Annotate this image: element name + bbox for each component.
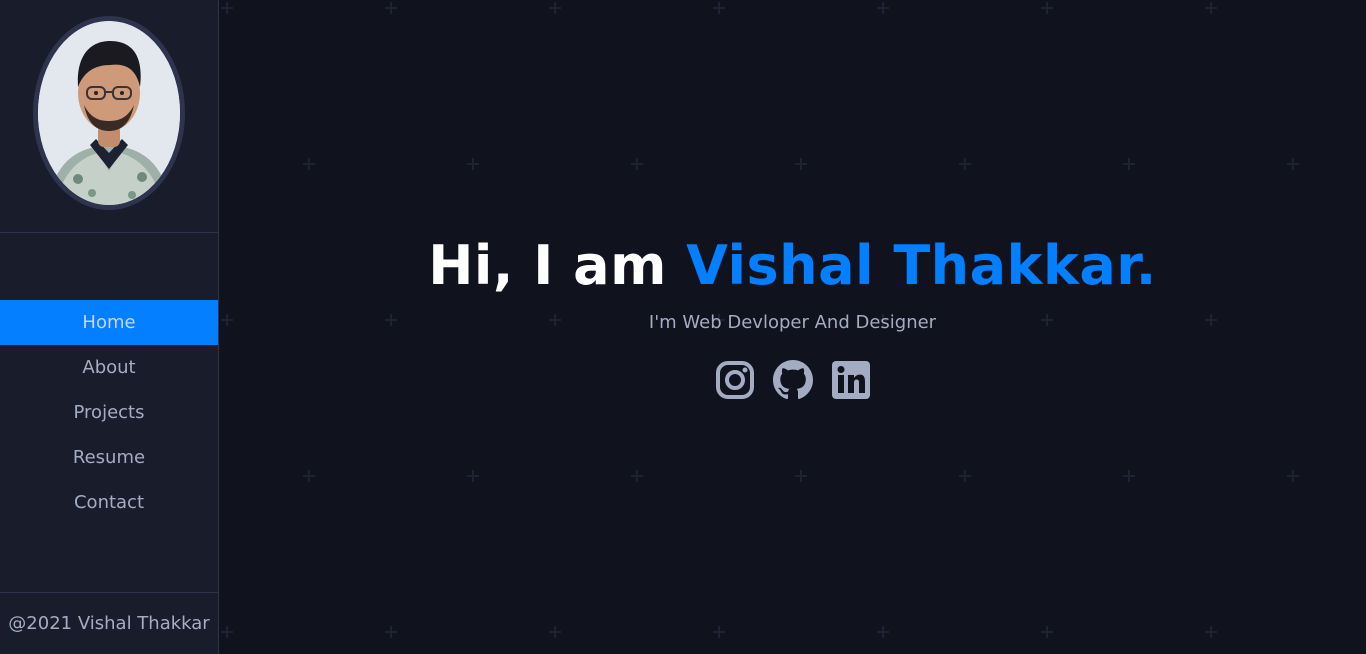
sidebar-footer: @2021 Vishal Thakkar: [0, 592, 218, 654]
nav-item-label: Resume: [72, 447, 146, 468]
linkedin-icon: [831, 361, 870, 399]
linkedin-link[interactable]: [831, 359, 871, 401]
nav-item-label: About: [82, 357, 136, 378]
nav-item-home[interactable]: Home: [0, 300, 218, 345]
hero-title: Hi, I am Vishal Thakkar.: [219, 228, 1366, 304]
hero-name: Vishal Thakkar.: [686, 234, 1157, 297]
nav-item-contact[interactable]: Contact: [0, 480, 218, 525]
hero-subtitle: I'm Web Devloper And Designer: [648, 312, 937, 333]
avatar-image: [38, 21, 180, 205]
instagram-link[interactable]: [715, 359, 755, 401]
nav-item-label: Contact: [73, 492, 145, 513]
avatar-section: [0, 0, 218, 233]
copyright-text: @2021 Vishal Thakkar: [8, 613, 210, 634]
main-content: Hi, I am Vishal Thakkar. I'm Web Devlope…: [219, 0, 1366, 654]
sidebar-nav: Home About Projects Resume Contact: [0, 300, 218, 525]
nav-item-about[interactable]: About: [0, 345, 218, 390]
nav-item-resume[interactable]: Resume: [0, 435, 218, 480]
github-icon: [772, 360, 813, 400]
social-links: [219, 359, 1366, 401]
hero-greeting: Hi, I am: [428, 234, 687, 297]
hero-section: Hi, I am Vishal Thakkar. I'm Web Devlope…: [219, 228, 1366, 401]
avatar: [33, 16, 185, 210]
github-link[interactable]: [772, 359, 813, 401]
sidebar: Home About Projects Resume Contact @2021…: [0, 0, 219, 654]
instagram-icon: [715, 361, 754, 399]
nav-item-label: Projects: [73, 402, 145, 423]
app-layout: Home About Projects Resume Contact @2021…: [0, 0, 1366, 654]
nav-item-label: Home: [82, 312, 136, 333]
nav-item-projects[interactable]: Projects: [0, 390, 218, 435]
